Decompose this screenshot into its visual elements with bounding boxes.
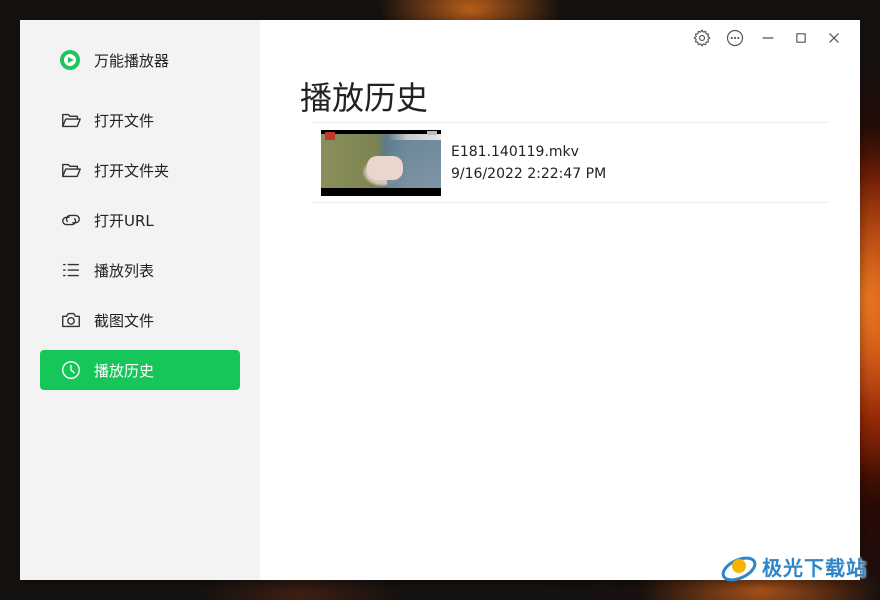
history-list: E181.140119.mkv 9/16/2022 2:22:47 PM <box>312 122 829 203</box>
sidebar: 万能播放器 打开文件 打开文件夹 打开URL 播放列表 截图文件 播放历史 <box>20 20 260 580</box>
title-bar-controls <box>685 28 850 52</box>
close-button[interactable] <box>817 28 850 52</box>
history-file-time: 9/16/2022 2:22:47 PM <box>451 165 607 182</box>
maximize-button[interactable] <box>784 28 817 52</box>
camera-icon <box>60 309 82 331</box>
link-icon <box>60 209 82 231</box>
play-circle-logo <box>60 50 80 70</box>
more-button[interactable] <box>718 28 751 52</box>
clock-icon <box>60 359 82 381</box>
close-icon <box>824 28 844 52</box>
video-thumbnail <box>321 129 441 196</box>
settings-icon <box>692 28 712 52</box>
sidebar-item-open-file[interactable]: 打开文件 <box>40 100 240 140</box>
maximize-icon <box>791 28 811 52</box>
history-item[interactable]: E181.140119.mkv 9/16/2022 2:22:47 PM <box>312 123 829 203</box>
sidebar-item-label: 播放列表 <box>94 261 155 280</box>
app-name: 万能播放器 <box>94 51 170 70</box>
sidebar-item-label: 打开URL <box>94 211 154 230</box>
sidebar-item-label: 播放历史 <box>94 361 155 380</box>
app-brand: 万能播放器 <box>60 48 169 72</box>
sidebar-item-label: 打开文件夹 <box>94 161 170 180</box>
watermark-logo <box>718 545 760 587</box>
folder-open-icon <box>60 109 82 131</box>
app-window: 万能播放器 打开文件 打开文件夹 打开URL 播放列表 截图文件 播放历史 播放… <box>20 20 860 580</box>
minimize-icon <box>758 28 778 52</box>
settings-button[interactable] <box>685 28 718 52</box>
sidebar-item-screenshots[interactable]: 截图文件 <box>40 300 240 340</box>
page-title: 播放历史 <box>300 79 429 117</box>
folder-open-icon <box>60 159 82 181</box>
sidebar-item-open-url[interactable]: 打开URL <box>40 200 240 240</box>
sidebar-item-open-folder[interactable]: 打开文件夹 <box>40 150 240 190</box>
sidebar-item-history[interactable]: 播放历史 <box>40 350 240 390</box>
sidebar-item-playlist[interactable]: 播放列表 <box>40 250 240 290</box>
list-icon <box>60 259 82 281</box>
watermark: 极光下载站 <box>718 545 867 587</box>
more-icon <box>725 28 745 52</box>
minimize-button[interactable] <box>751 28 784 52</box>
history-file-name: E181.140119.mkv <box>451 143 579 160</box>
sidebar-nav: 打开文件 打开文件夹 打开URL 播放列表 截图文件 播放历史 <box>40 100 240 400</box>
sidebar-item-label: 截图文件 <box>94 311 155 330</box>
watermark-text: 极光下载站 <box>762 555 867 580</box>
history-item-meta: E181.140119.mkv 9/16/2022 2:22:47 PM <box>451 141 606 185</box>
sidebar-item-label: 打开文件 <box>94 111 155 130</box>
main-panel: 播放历史 E181.140119.mkv 9/16/2022 2:22:47 P… <box>260 20 860 580</box>
